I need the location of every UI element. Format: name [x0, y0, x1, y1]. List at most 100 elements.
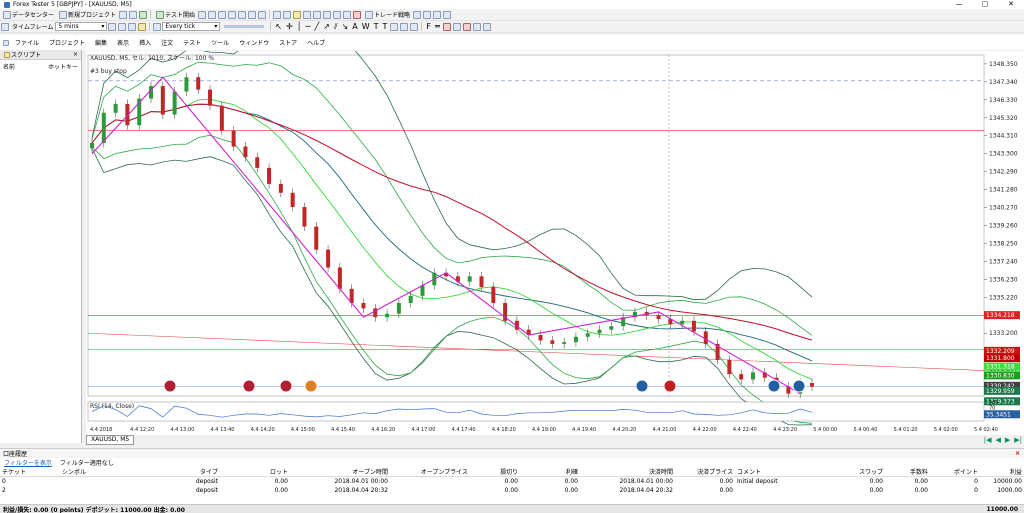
menu-order[interactable]: 注文 [156, 38, 178, 47]
column-header[interactable]: コメント [735, 467, 835, 477]
next-icon[interactable] [118, 22, 127, 31]
close-icon[interactable]: × [1015, 450, 1024, 457]
indicator-icon[interactable] [343, 10, 352, 19]
menu-file[interactable]: ファイル [10, 38, 44, 47]
open-icon[interactable] [119, 10, 128, 19]
layers-icon[interactable] [482, 22, 491, 31]
ray-icon[interactable]: ↗ [321, 22, 332, 32]
column-header[interactable]: 手数料 [885, 467, 930, 477]
timeframe-select[interactable]: 5 mins ▾ [55, 22, 108, 31]
menu-store[interactable]: ストア [274, 38, 302, 47]
chart-line-icon[interactable] [218, 10, 227, 19]
text-box-icon[interactable]: T [381, 22, 390, 32]
show-filter-link[interactable]: フィルターを表示 [0, 458, 56, 467]
table-row[interactable]: 2 deposit 0.00 2018.04.04 20:32 0.00 0.00 2018… [0, 486, 1024, 495]
column-header[interactable]: オープンプライス [390, 467, 470, 477]
column-hotkey[interactable]: ホットキー [48, 62, 78, 71]
first-icon[interactable]: |◀ [982, 436, 994, 444]
fibonacci-icon[interactable] [390, 22, 399, 31]
last-icon[interactable]: ▶| [1012, 436, 1024, 444]
next-page-icon[interactable]: ▶ [1003, 436, 1012, 444]
chart-tab[interactable]: XAUUSD, M5 [86, 435, 135, 445]
menu-window[interactable]: ウィンドウ [234, 38, 274, 47]
chart-shift-icon[interactable] [323, 10, 332, 19]
minimize-button[interactable]: — [946, 0, 972, 9]
menu-edit[interactable]: 編集 [90, 38, 112, 47]
step-icon[interactable] [128, 22, 137, 31]
pause-icon[interactable] [153, 22, 162, 31]
column-header[interactable]: ポイント [930, 467, 980, 477]
tool-icon[interactable] [433, 10, 442, 19]
column-header[interactable]: 利益 [980, 467, 1024, 477]
menu-project[interactable]: プロジェクト [44, 38, 90, 47]
gann-icon[interactable] [400, 22, 409, 31]
menu-view[interactable]: 表示 [112, 38, 134, 47]
column-name[interactable]: 名前 [3, 62, 15, 71]
zoom-in-icon[interactable] [273, 10, 282, 19]
table-row[interactable]: 0 deposit 0.00 2018.04.01 00:00 0.00 0.00 2018… [0, 477, 1024, 486]
column-header[interactable]: 利確 [520, 467, 580, 477]
column-header[interactable]: チケット [0, 467, 60, 477]
window-menu-icon[interactable] [3, 39, 9, 46]
menu-tools[interactable]: ツール [206, 38, 234, 47]
datacenter-button[interactable]: データセンター [0, 9, 56, 20]
refresh-icon[interactable] [139, 10, 148, 19]
menu-insert[interactable]: 挿入 [134, 38, 156, 47]
crosshair-icon[interactable]: ✛ [284, 22, 295, 32]
chart-type-icon[interactable] [238, 10, 247, 19]
tool-icon[interactable] [423, 10, 432, 19]
menu-help[interactable]: ヘルプ [302, 38, 330, 47]
speed-slider[interactable] [224, 25, 265, 28]
maximize-button[interactable]: ▢ [972, 0, 998, 9]
chart-bar-icon[interactable] [198, 10, 207, 19]
alert-icon[interactable] [462, 22, 471, 31]
column-header[interactable]: オープン時間 [290, 467, 390, 477]
horizontal-line-icon[interactable]: ─ [304, 22, 313, 32]
column-header[interactable]: タイプ [150, 467, 220, 477]
close-button[interactable]: ✕ [998, 0, 1024, 9]
chart-area-icon[interactable] [228, 10, 237, 19]
test-start-button[interactable]: テスト開始 [153, 9, 197, 20]
chart-style-icon[interactable] [248, 10, 257, 19]
new-project-button[interactable]: 新規プロジェクト [56, 9, 118, 20]
column-header[interactable]: ロット [220, 467, 290, 477]
chart-window[interactable]: 1348.350 1347.340 1346.330 1345.320 1344.310… [86, 11, 1024, 435]
settings-icon[interactable] [472, 22, 481, 31]
zoom-out-icon[interactable] [283, 10, 292, 19]
cursor-icon[interactable]: ↖ [273, 22, 284, 32]
vertical-line-icon[interactable]: │ [295, 22, 304, 32]
column-header[interactable]: 損切り [470, 467, 520, 477]
wave-icon[interactable]: W [360, 22, 372, 32]
prev-icon[interactable] [108, 22, 117, 31]
period-separator-icon[interactable] [313, 10, 322, 19]
column-header[interactable]: シンボル [60, 467, 150, 477]
column-header[interactable]: 決済プライス [675, 467, 735, 477]
grid-icon[interactable] [293, 10, 302, 19]
menu-test[interactable]: テスト [178, 38, 206, 47]
function-icon[interactable]: F [424, 22, 433, 32]
chart-candle-icon[interactable] [208, 10, 217, 19]
text-icon[interactable]: A [350, 22, 359, 32]
delete-objects-icon[interactable] [452, 22, 461, 31]
speed-icon[interactable] [138, 22, 147, 31]
trade-strategy-button[interactable]: トレード戦略 [362, 9, 412, 20]
column-header[interactable]: 決済時間 [580, 467, 675, 477]
pitchfork-icon[interactable] [410, 22, 419, 31]
news-icon[interactable] [353, 10, 362, 19]
trendline-icon[interactable]: ╱ [312, 22, 321, 32]
tool-icon[interactable] [413, 10, 422, 19]
tool-icon[interactable] [443, 10, 452, 19]
volume-icon[interactable] [303, 10, 312, 19]
text-label-icon[interactable]: T [372, 22, 381, 32]
tick-mode-select[interactable]: Every tick ▾ [162, 22, 221, 31]
line-style-icon[interactable]: ═ [433, 22, 442, 32]
arrow-icon[interactable]: ↘ [340, 22, 351, 32]
template-icon[interactable] [258, 10, 267, 19]
channel-icon[interactable]: ⫽ [332, 22, 340, 32]
price-chart[interactable]: 1348.350 1347.340 1346.330 1345.320 1344.310… [86, 11, 1024, 435]
prev-page-icon[interactable]: ◀ [993, 436, 1002, 444]
autoscroll-icon[interactable] [333, 10, 342, 19]
column-header[interactable]: スワップ [835, 467, 885, 477]
close-icon[interactable]: × [73, 51, 81, 58]
color-icon[interactable] [442, 22, 451, 31]
